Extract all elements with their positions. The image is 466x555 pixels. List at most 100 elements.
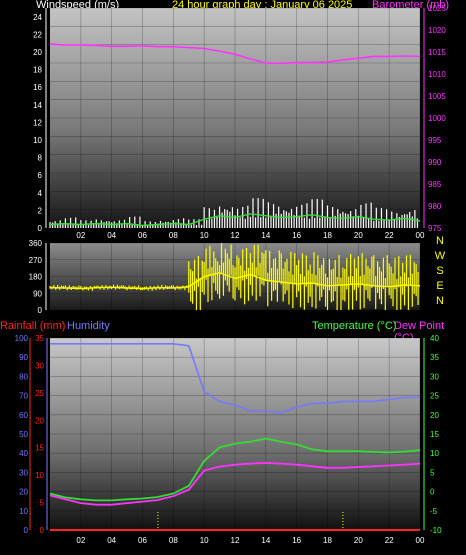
temp-tick-label: 0 — [430, 488, 435, 497]
baro-tick-label: 1000 — [428, 114, 446, 123]
temp-tick-label: 5 — [430, 468, 435, 477]
temp-x-tick: 02 — [76, 536, 85, 545]
humidity-tick-label: 100 — [15, 334, 29, 343]
wind-tick-label: 24 — [33, 13, 42, 22]
rain-tick-label: 15 — [35, 444, 44, 453]
compass-label: E — [436, 280, 443, 292]
direction-tick-label: 270 — [29, 256, 43, 265]
humidity-tick-label: 30 — [19, 468, 28, 477]
rain-tick-label: 20 — [35, 416, 44, 425]
wind-x-tick: 22 — [385, 231, 394, 240]
rain-tick-label: 0 — [40, 526, 45, 535]
baro-tick-label: 1005 — [428, 92, 446, 101]
baro-tick-label: 980 — [428, 202, 442, 211]
baro-tick-label: 990 — [428, 158, 442, 167]
rain-tick-label: 25 — [35, 389, 44, 398]
baro-tick-label: 995 — [428, 136, 442, 145]
wind-x-tick: 20 — [354, 231, 363, 240]
wind-tick-label: 14 — [33, 101, 42, 110]
humidity-line — [50, 342, 420, 414]
page-title: 24 hour graph day : January 06 2025 — [172, 0, 353, 11]
wind-tick-label: 6 — [38, 171, 43, 180]
temp-tick-label: 30 — [430, 372, 439, 381]
temp-tick-label: -5 — [430, 507, 438, 516]
rain-tick-label: 30 — [35, 361, 44, 370]
temp-tick-label: 25 — [430, 392, 439, 401]
barometer-line — [49, 43, 421, 65]
barometer-axis-title: Barometer (mb) — [372, 0, 450, 11]
temperature-axis-title: Temperature (°C) — [312, 320, 397, 332]
compass-label: W — [435, 250, 446, 262]
weather-graph: 0246810121416182022249759809859909951000… — [15, 4, 447, 545]
wind-tick-label: 4 — [38, 189, 43, 198]
wind-x-tick: 14 — [261, 231, 270, 240]
dewpoint-axis-title: Dew Point (°C) — [394, 320, 445, 344]
lower-chart-header: Rainfall (mm) Humidity Temperature (°C) … — [0, 320, 466, 344]
header: Windspeed (m/s) 24 hour graph day : Janu… — [0, 0, 466, 12]
temp-x-tick: 12 — [231, 536, 240, 545]
temp-x-tick: 14 — [261, 536, 270, 545]
wind-plot-area — [50, 8, 420, 228]
compass-label: N — [436, 235, 444, 247]
temp-x-tick: 00 — [416, 536, 425, 545]
rain-tick-label: 5 — [40, 499, 45, 508]
wind-tick-label: 12 — [33, 118, 42, 127]
wind-tick-label: 10 — [33, 136, 42, 145]
humidity-tick-label: 80 — [19, 372, 28, 381]
wind-x-tick: 10 — [200, 231, 209, 240]
temp-tick-label: -10 — [430, 526, 442, 535]
temperature-line — [49, 437, 421, 502]
humidity-tick-label: 20 — [19, 488, 28, 497]
rain-tick-label: 35 — [35, 334, 44, 343]
baro-tick-label: 1020 — [428, 26, 446, 35]
wind-tick-label: 0 — [38, 224, 43, 233]
humidity-tick-label: 10 — [19, 507, 28, 516]
humidity-tick-label: 70 — [19, 392, 28, 401]
temp-tick-label: 15 — [430, 430, 439, 439]
temp-tick-label: 35 — [430, 353, 439, 362]
temp-tick-label: 10 — [430, 449, 439, 458]
temp-x-tick: 16 — [292, 536, 301, 545]
direction-tick-label: 0 — [38, 306, 43, 315]
rainfall-axis-title: Rainfall (mm) — [0, 320, 66, 332]
rain-tick-label: 10 — [35, 471, 44, 480]
wind-x-tick: 06 — [138, 231, 147, 240]
wind-x-tick: 04 — [107, 231, 116, 240]
temp-plot-area — [50, 338, 420, 530]
baro-tick-label: 975 — [428, 224, 442, 233]
wind-x-tick: 02 — [76, 231, 85, 240]
wind-x-tick: 00 — [416, 231, 425, 240]
baro-tick-label: 1015 — [428, 48, 446, 57]
humidity-axis-title: Humidity — [67, 320, 110, 332]
wind-tick-label: 20 — [33, 48, 42, 57]
wind-x-tick: 16 — [292, 231, 301, 240]
temp-x-tick: 04 — [107, 536, 116, 545]
direction-line — [49, 272, 421, 290]
temp-x-tick: 06 — [138, 536, 147, 545]
wind-average-line — [49, 213, 421, 227]
temp-x-tick: 18 — [323, 536, 332, 545]
wind-tick-label: 18 — [33, 66, 42, 75]
temp-x-tick: 10 — [200, 536, 209, 545]
direction-tick-label: 180 — [29, 273, 43, 282]
wind-tick-label: 16 — [33, 83, 42, 92]
humidity-tick-label: 0 — [24, 526, 29, 535]
humidity-tick-label: 50 — [19, 430, 28, 439]
baro-tick-label: 985 — [428, 180, 442, 189]
temp-tick-label: 20 — [430, 411, 439, 420]
windspeed-axis-title: Windspeed (m/s) — [36, 0, 120, 11]
humidity-tick-label: 60 — [19, 411, 28, 420]
compass-label: N — [436, 295, 444, 307]
baro-tick-label: 1010 — [428, 70, 446, 79]
wind-x-tick: 18 — [323, 231, 332, 240]
temp-x-tick: 20 — [354, 536, 363, 545]
direction-tick-label: 360 — [29, 239, 43, 248]
compass-label: S — [436, 265, 443, 277]
humidity-tick-label: 90 — [19, 353, 28, 362]
direction-tick-label: 90 — [33, 289, 42, 298]
dewpoint-line — [49, 461, 421, 506]
temp-x-tick: 08 — [169, 536, 178, 545]
temp-x-tick: 22 — [385, 536, 394, 545]
wind-tick-label: 8 — [38, 154, 43, 163]
wind-x-tick: 12 — [231, 231, 240, 240]
